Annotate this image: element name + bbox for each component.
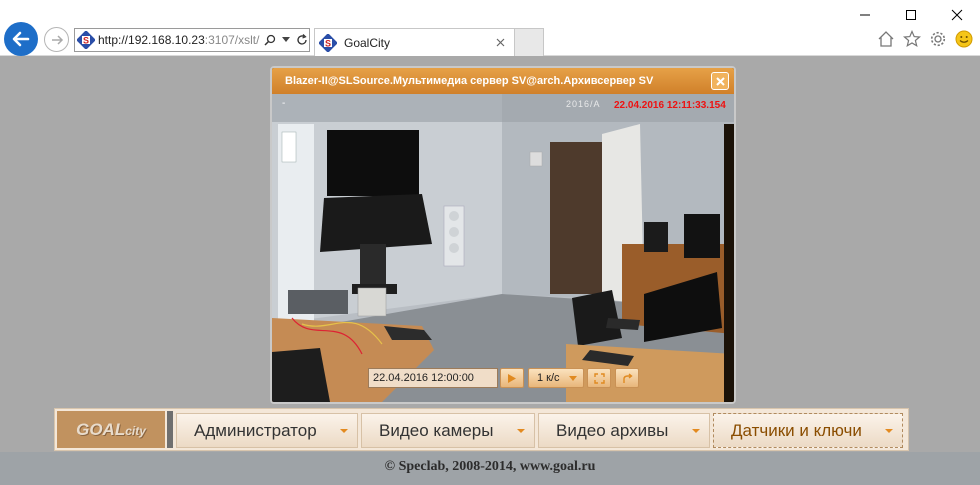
- page-footer: © Speclab, 2008-2014, www.goal.ru: [0, 452, 980, 485]
- feedback-button[interactable]: [954, 29, 974, 49]
- menu-item-video-cameras[interactable]: Видео камеры: [361, 413, 535, 448]
- video-osd-ghost-text: 2016/А: [566, 99, 601, 109]
- window-controls: [842, 0, 980, 30]
- tab-close-button[interactable]: [492, 35, 508, 51]
- close-icon: [715, 76, 725, 86]
- fullscreen-button[interactable]: [587, 368, 611, 388]
- home-button[interactable]: [876, 29, 896, 49]
- menu-item-video-archives[interactable]: Видео архивы: [538, 413, 710, 448]
- tab-title: GoalCity: [344, 35, 391, 50]
- logo-sub-text: city: [125, 423, 146, 438]
- chevron-down-icon: [885, 429, 893, 433]
- menu-item-label: Датчики и ключи: [731, 420, 862, 440]
- smiley-icon: [955, 30, 973, 48]
- video-osd-mark: -: [282, 98, 286, 109]
- search-icon[interactable]: [263, 31, 277, 49]
- chevron-down-icon: [340, 429, 348, 433]
- play-icon: [508, 373, 516, 383]
- video-player-window[interactable]: Blazer-II@SLSource.Мультимедиа сервер SV…: [270, 66, 736, 404]
- chevron-down-icon: [569, 375, 577, 381]
- tab-favicon-icon: S: [319, 33, 337, 52]
- minimize-icon: [860, 14, 870, 16]
- url-text: http://192.168.10.23:3107/xslt/: [98, 33, 261, 47]
- menu-item-sensors-and-keys[interactable]: Датчики и ключи: [713, 413, 903, 448]
- menu-divider: [167, 411, 173, 448]
- url-path: :3107/xslt/: [204, 33, 260, 47]
- menu-item-label: Видео архивы: [556, 420, 669, 440]
- settings-button[interactable]: [928, 29, 948, 49]
- new-tab-button[interactable]: [515, 28, 544, 56]
- camera-frame: [272, 94, 734, 402]
- chevron-down-icon: [517, 429, 525, 433]
- maximize-icon: [906, 10, 916, 20]
- site-favicon-icon: S: [77, 31, 95, 49]
- browser-tab[interactable]: S GoalCity: [314, 28, 515, 56]
- menu-item-label: Видео камеры: [379, 420, 494, 440]
- video-title: Blazer-II@SLSource.Мультимедиа сервер SV…: [272, 68, 734, 94]
- back-button[interactable]: [4, 22, 38, 56]
- video-close-button[interactable]: [711, 72, 729, 90]
- forward-button[interactable]: [44, 27, 69, 52]
- url-host: http://192.168.10.23: [98, 33, 205, 47]
- fullscreen-icon: [593, 372, 605, 384]
- maximize-button[interactable]: [888, 0, 934, 30]
- video-timestamp: 22.04.2016 12:11:33.154: [614, 100, 726, 111]
- toolbar-right: [876, 29, 974, 49]
- browser-chrome: S http://192.168.10.23:3107/xslt/ S Goal…: [0, 0, 980, 56]
- close-icon: [496, 38, 504, 47]
- speed-select[interactable]: 1 к/с: [528, 368, 584, 388]
- dropdown-icon[interactable]: [279, 31, 293, 49]
- speed-label: 1 к/с: [537, 372, 560, 384]
- menu-item-administrator[interactable]: Администратор: [176, 413, 358, 448]
- chevron-down-icon: [692, 429, 700, 433]
- goalcity-logo: GOALcity: [57, 411, 165, 448]
- back-arrow-icon: [12, 31, 30, 47]
- svg-text:S: S: [325, 38, 331, 48]
- minimize-button[interactable]: [842, 0, 888, 30]
- datetime-input[interactable]: 22.04.2016 12:00:00: [368, 368, 498, 388]
- gear-icon: [930, 31, 946, 47]
- star-icon: [903, 30, 921, 48]
- close-icon: [951, 9, 963, 21]
- favorites-button[interactable]: [902, 29, 922, 49]
- close-window-button[interactable]: [934, 0, 980, 30]
- refresh-icon[interactable]: [295, 31, 309, 49]
- address-bar[interactable]: S http://192.168.10.23:3107/xslt/: [74, 28, 310, 52]
- export-button[interactable]: [615, 368, 639, 388]
- svg-text:S: S: [83, 36, 89, 46]
- home-icon: [878, 31, 894, 47]
- menu-item-label: Администратор: [194, 420, 317, 440]
- forward-arrow-icon: [51, 34, 63, 45]
- logo-main-text: GOAL: [76, 419, 126, 439]
- export-icon: [622, 372, 633, 383]
- play-button[interactable]: [500, 368, 524, 388]
- main-menu: GOALcity Администратор Видео камеры Виде…: [54, 408, 909, 451]
